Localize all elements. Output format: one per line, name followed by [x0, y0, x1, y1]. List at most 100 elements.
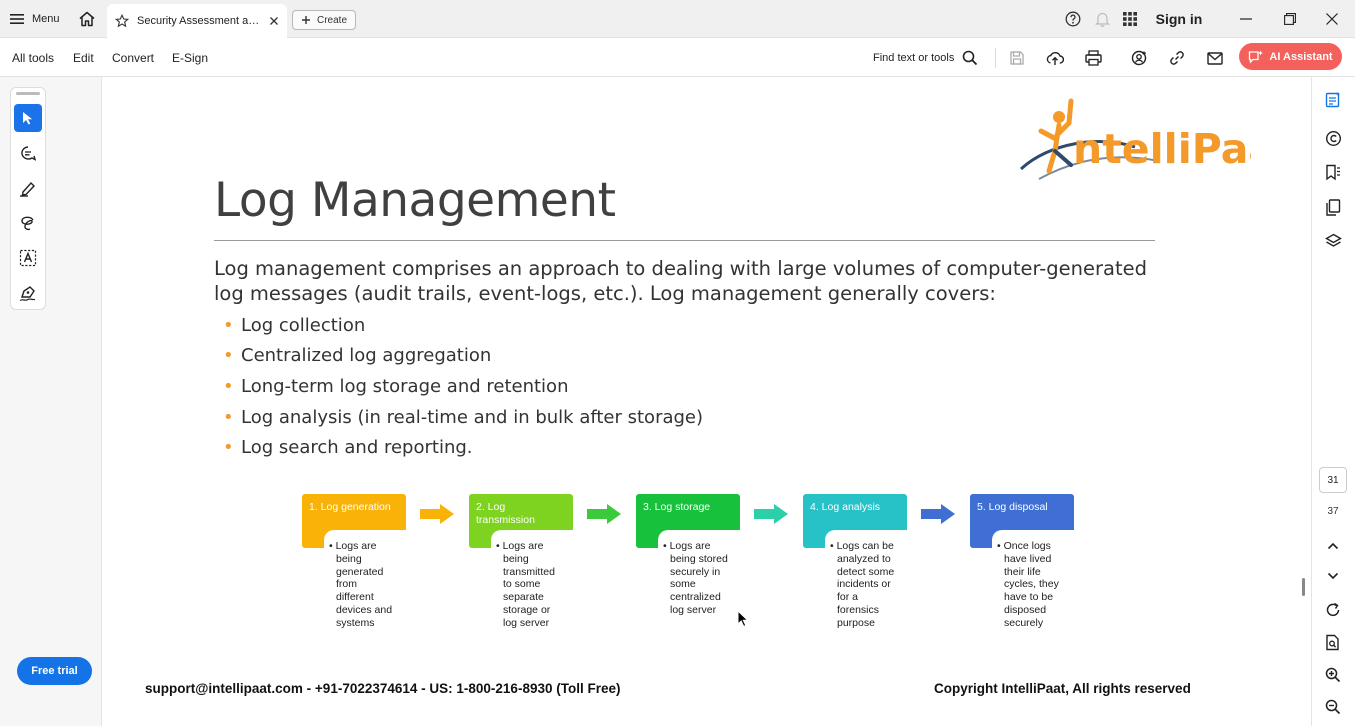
create-button[interactable]: Create [292, 10, 357, 30]
help-button[interactable] [1063, 0, 1083, 38]
comment-icon [21, 145, 37, 161]
stage-description-line: incidents or [837, 578, 891, 591]
restore-button[interactable] [1280, 0, 1300, 38]
menu-edit[interactable]: Edit [73, 38, 94, 77]
stage-description-line: • Logs are [663, 540, 711, 552]
stage-description-line: systems [336, 616, 375, 629]
zoom-out-button[interactable] [1322, 696, 1344, 718]
previous-page-button[interactable] [1322, 535, 1344, 557]
text-box-icon [19, 249, 37, 267]
sign-in-button[interactable]: Sign in [1150, 0, 1208, 38]
bookmarks-button[interactable] [1322, 161, 1344, 183]
document-search-icon [1326, 634, 1339, 650]
chevron-down-icon [1327, 572, 1339, 580]
minimize-button[interactable] [1236, 0, 1256, 38]
menu-label: Menu [32, 13, 60, 25]
draw-tool[interactable] [14, 209, 42, 237]
star-icon[interactable] [115, 14, 129, 28]
stage-description-line: • Logs are [329, 540, 377, 552]
stage-description-line: • Once logs [997, 540, 1051, 552]
stage-description: • Logs are being transmitted to some separat… [496, 540, 583, 630]
stage-description: • Once logs have lived their life cycles, t… [997, 540, 1084, 630]
stage-description-line: being [503, 552, 529, 565]
document-page: ntelliPaat Log Management Log management… [103, 77, 1251, 726]
layers-icon [1324, 233, 1342, 247]
stage-description-line: separate [503, 591, 544, 604]
copy-link-button[interactable] [1166, 47, 1188, 69]
print-button[interactable] [1082, 47, 1104, 69]
cursor-arrow-icon [23, 112, 33, 125]
stage-description-line: different [336, 591, 374, 604]
minimize-icon [1240, 18, 1252, 20]
process-stage: 1. Log generation • Logs are being generate… [302, 494, 406, 629]
stage-description-line: being stored [670, 552, 728, 565]
stage-description-line: transmitted [503, 565, 555, 578]
stage-description-line: disposed [1004, 603, 1047, 616]
pages-icon [1326, 198, 1341, 216]
process-stage: 2. Log transmission • Logs are being transm… [469, 494, 573, 629]
select-tool[interactable] [14, 104, 42, 132]
bookmark-icon [1326, 164, 1340, 180]
restore-icon [1284, 13, 1296, 25]
hamburger-icon [10, 14, 24, 24]
ai-assistant-button[interactable]: AI Assistant [1239, 43, 1342, 70]
home-button[interactable] [76, 0, 98, 38]
list-item: • Long-term log storage and retention [223, 375, 569, 397]
footer-contact: support@intellipaat.com - +91-7022374614… [145, 681, 621, 696]
stage-description-line: storage or [503, 603, 551, 616]
notifications-button[interactable] [1092, 0, 1112, 38]
highlight-tool[interactable] [14, 174, 42, 202]
find-text-button[interactable]: Find text or tools [873, 38, 978, 77]
close-window-button[interactable] [1322, 0, 1342, 38]
current-page-input[interactable]: 31 [1319, 467, 1347, 493]
sign-tool[interactable] [14, 279, 42, 307]
process-stage: 5. Log disposal • Once logs have lived thei… [970, 494, 1074, 629]
menu-e-sign[interactable]: E-Sign [172, 38, 208, 77]
stage-description: • Logs are being generated from different dev… [329, 540, 416, 630]
upload-cloud-button[interactable] [1044, 47, 1066, 69]
menu-convert[interactable]: Convert [112, 38, 154, 77]
next-page-button[interactable] [1322, 565, 1344, 587]
help-icon [1065, 11, 1081, 27]
bullet-list: • Log collection • Centralized log aggrega… [223, 310, 703, 463]
stage-description-line: centralized [670, 591, 721, 604]
left-panel: Free trial [0, 77, 102, 726]
apps-button[interactable] [1120, 0, 1140, 38]
page-properties-button[interactable] [1322, 631, 1344, 653]
close-tab-icon[interactable] [269, 16, 279, 26]
intro-paragraph: Log management comprises an approach to … [214, 257, 1147, 305]
text-box-tool[interactable] [14, 244, 42, 272]
apps-grid-icon [1123, 12, 1137, 26]
search-icon [963, 50, 978, 65]
scrollbar-thumb[interactable] [1302, 578, 1305, 596]
stage-description-line: devices and [336, 603, 393, 616]
share-people-button[interactable] [1128, 47, 1150, 69]
logo-text: ntelliPaat [1073, 125, 1251, 173]
edit-pdf-button[interactable] [1322, 88, 1344, 110]
bullet-dot: • [223, 437, 234, 459]
toolbar-grip[interactable] [16, 92, 40, 95]
find-text-label: Find text or tools [873, 51, 955, 64]
list-item: • Log analysis (in real-time and in bulk … [223, 406, 704, 428]
comments-panel-button[interactable] [1322, 127, 1344, 149]
stage-description-line: have lived [1004, 552, 1052, 565]
stage-description-line: being [336, 552, 362, 565]
email-button[interactable] [1204, 47, 1226, 69]
annotation-toolbar [10, 87, 46, 310]
layers-button[interactable] [1322, 230, 1344, 252]
bullet-dot: • [223, 406, 234, 428]
zoom-in-button[interactable] [1322, 664, 1344, 686]
menu-all-tools[interactable]: All tools [12, 38, 54, 77]
comment-tool[interactable] [14, 139, 42, 167]
free-trial-button[interactable]: Free trial [17, 657, 92, 685]
ai-assistant-label: AI Assistant [1269, 50, 1333, 63]
zoom-in-icon [1325, 667, 1341, 683]
rotate-button[interactable] [1322, 599, 1344, 621]
edit-pdf-icon [1325, 91, 1340, 107]
stage-description-line: to some [503, 578, 541, 591]
save-button[interactable] [1006, 47, 1028, 69]
menu-button[interactable]: Menu [10, 0, 60, 38]
pages-panel-button[interactable] [1322, 196, 1344, 218]
document-tab[interactable]: Security Assessment and... [107, 4, 287, 38]
tools-row: All tools Edit Convert E-Sign Find text … [0, 38, 1355, 77]
